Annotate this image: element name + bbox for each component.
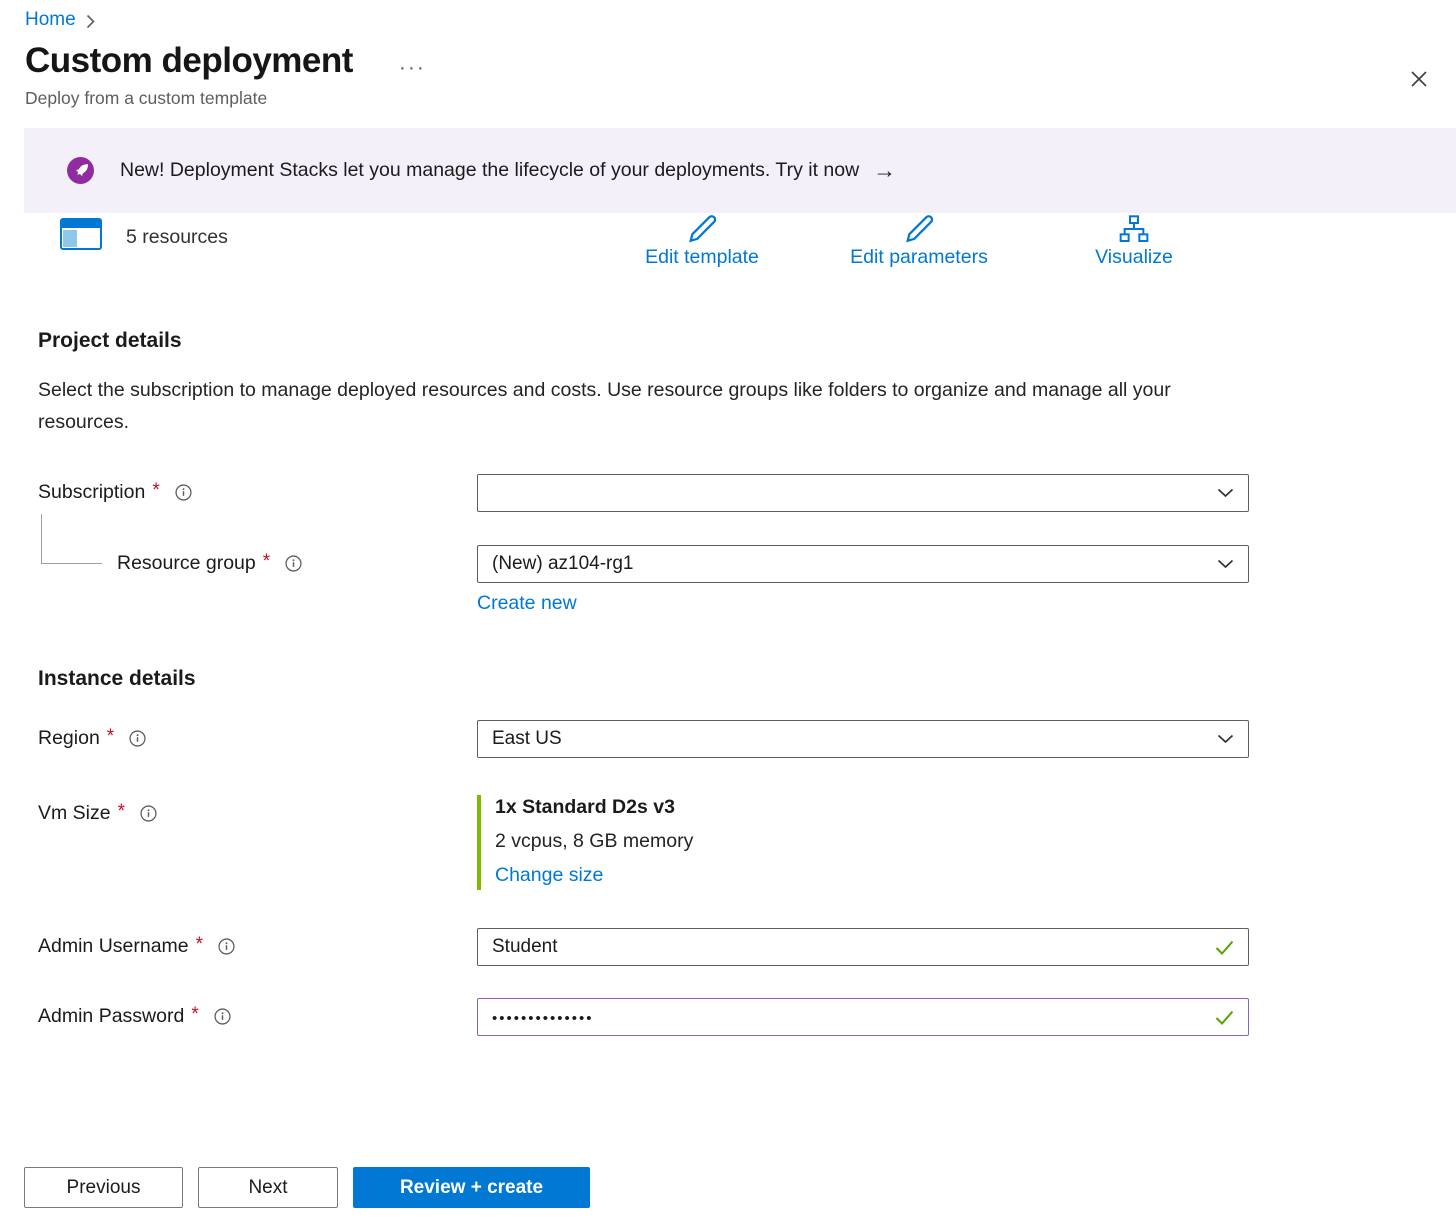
subscription-label: Subscription: [38, 481, 145, 504]
review-create-button[interactable]: Review + create: [353, 1167, 590, 1208]
info-icon[interactable]: [129, 730, 146, 747]
admin-password-row: Admin Password * ••••••••••••••: [38, 998, 1248, 1036]
previous-button[interactable]: Previous: [24, 1167, 183, 1208]
edit-parameters-label: Edit parameters: [850, 246, 988, 269]
breadcrumb-home-link[interactable]: Home: [25, 9, 76, 31]
vm-size-selection: 1x Standard D2s v3 2 vcpus, 8 GB memory …: [477, 795, 1249, 890]
vm-size-control: 1x Standard D2s v3 2 vcpus, 8 GB memory …: [477, 795, 1249, 890]
page-title: Custom deployment: [25, 41, 353, 81]
chevron-down-icon: [1217, 559, 1234, 569]
deployment-stacks-banner[interactable]: New! Deployment Stacks let you manage th…: [24, 128, 1456, 213]
edit-parameters-link[interactable]: Edit parameters: [831, 209, 1007, 269]
chevron-down-icon: [1217, 734, 1234, 744]
template-resources-icon: [59, 215, 105, 259]
info-icon[interactable]: [140, 805, 157, 822]
next-button[interactable]: Next: [198, 1167, 338, 1208]
resource-group-label: Resource group: [117, 552, 256, 575]
required-asterisk: *: [152, 480, 159, 502]
region-label: Region: [38, 727, 100, 750]
admin-username-input[interactable]: Student: [477, 928, 1249, 966]
info-icon[interactable]: [218, 938, 235, 955]
resource-group-control: (New) az104-rg1 Create new: [477, 545, 1249, 615]
visualize-label: Visualize: [1095, 246, 1173, 269]
page-header: Custom deployment ···: [0, 31, 1456, 81]
required-asterisk: *: [191, 1004, 198, 1026]
vm-size-row: Vm Size * 1x Standard D2s v3 2 vcpus, 8 …: [38, 795, 1248, 890]
region-row: Region * East US: [38, 720, 1248, 758]
indent-connector-line: [41, 514, 102, 564]
admin-password-input[interactable]: ••••••••••••••: [477, 998, 1249, 1036]
template-toolbar: 5 resources Edit template Edit parameter…: [0, 213, 1456, 285]
admin-username-value: Student: [492, 936, 558, 958]
resources-count: 5 resources: [126, 226, 228, 249]
resource-group-row: Resource group * (New) az104-rg1 Create …: [38, 545, 1248, 615]
page-subtitle: Deploy from a custom template: [0, 81, 1456, 109]
close-button[interactable]: [1402, 62, 1436, 99]
info-icon[interactable]: [285, 555, 302, 572]
edit-template-label: Edit template: [645, 246, 759, 269]
arrow-right-icon: →: [873, 157, 896, 184]
vm-size-title: 1x Standard D2s v3: [495, 796, 1249, 819]
breadcrumb-chevron-icon: [85, 12, 96, 29]
footer-actions: Previous Next Review + create: [24, 1167, 590, 1208]
resource-group-value: (New) az104-rg1: [492, 553, 634, 575]
breadcrumb: Home: [0, 0, 1456, 31]
valid-check-icon: [1215, 940, 1234, 955]
project-details-description: Select the subscription to manage deploy…: [38, 374, 1198, 438]
instance-details-heading: Instance details: [38, 667, 1248, 691]
more-menu-button[interactable]: ···: [399, 56, 426, 80]
pencil-icon: [901, 209, 937, 245]
info-icon[interactable]: [214, 1008, 231, 1025]
subscription-dropdown[interactable]: [477, 474, 1249, 512]
change-size-link[interactable]: Change size: [495, 864, 603, 887]
resource-group-dropdown[interactable]: (New) az104-rg1: [477, 545, 1249, 583]
required-asterisk: *: [196, 934, 203, 956]
pencil-icon: [684, 209, 720, 245]
region-control: East US: [477, 720, 1249, 758]
admin-password-label: Admin Password: [38, 1005, 184, 1028]
region-value: East US: [492, 728, 562, 750]
admin-username-row: Admin Username * Student: [38, 928, 1248, 966]
admin-username-label-cell: Admin Username *: [38, 928, 477, 958]
visualize-link[interactable]: Visualize: [1046, 209, 1222, 269]
vm-size-label: Vm Size: [38, 802, 111, 825]
template-resources: 5 resources: [59, 215, 228, 259]
banner-message: New! Deployment Stacks let you manage th…: [120, 159, 859, 182]
admin-password-control: ••••••••••••••: [477, 998, 1249, 1036]
chevron-down-icon: [1217, 488, 1234, 498]
subscription-control: [477, 474, 1249, 512]
subscription-row: Subscription *: [38, 474, 1248, 512]
resource-group-label-cell: Resource group *: [38, 545, 477, 575]
project-details-heading: Project details: [38, 329, 1248, 353]
region-label-cell: Region *: [38, 720, 477, 750]
create-new-link[interactable]: Create new: [477, 592, 577, 615]
sitemap-icon: [1117, 209, 1151, 245]
admin-password-label-cell: Admin Password *: [38, 998, 477, 1028]
admin-username-label: Admin Username: [38, 935, 189, 958]
info-icon[interactable]: [175, 484, 192, 501]
required-asterisk: *: [263, 551, 270, 573]
subscription-label-cell: Subscription *: [38, 474, 477, 504]
required-asterisk: *: [107, 726, 114, 748]
vm-size-label-cell: Vm Size *: [38, 795, 477, 825]
required-asterisk: *: [118, 801, 125, 823]
rocket-icon: [67, 157, 94, 184]
edit-template-link[interactable]: Edit template: [614, 209, 790, 269]
form-content: Project details Select the subscription …: [0, 285, 1456, 1036]
admin-password-value: ••••••••••••••: [492, 1010, 594, 1027]
custom-deployment-page: Home Custom deployment ··· Deploy from a…: [0, 0, 1456, 1036]
vm-size-specs: 2 vcpus, 8 GB memory: [495, 830, 1249, 853]
admin-username-control: Student: [477, 928, 1249, 966]
valid-check-icon: [1215, 1010, 1234, 1025]
region-dropdown[interactable]: East US: [477, 720, 1249, 758]
